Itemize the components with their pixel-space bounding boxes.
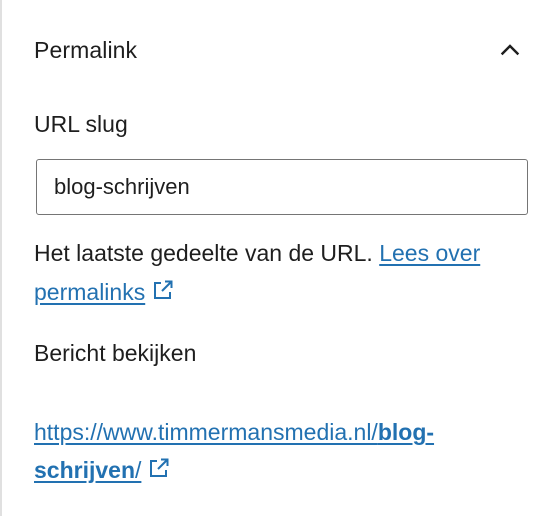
view-post-label: Bericht bekijken: [34, 340, 197, 366]
post-url-link[interactable]: https://www.timmermansmedia.nl/blog-schr…: [34, 419, 434, 483]
url-slug-input[interactable]: [36, 159, 528, 215]
sidebar-left-border: [0, 0, 2, 516]
post-url-suffix: /: [135, 457, 142, 483]
external-link-icon: [151, 275, 175, 314]
external-link-icon: [147, 453, 171, 491]
url-slug-help: Het laatste gedeelte van de URL. Lees ov…: [34, 234, 514, 314]
help-text: Het laatste gedeelte van de URL.: [34, 240, 380, 266]
post-url-prefix: https://www.timmermansmedia.nl/: [34, 419, 378, 445]
chevron-up-icon[interactable]: [496, 36, 524, 64]
permalink-panel: Permalink URL slug Het laatste gedeelte …: [34, 0, 534, 516]
panel-title: Permalink: [34, 36, 138, 63]
permalink-panel-toggle[interactable]: Permalink: [34, 26, 524, 74]
url-slug-label: URL slug: [34, 111, 128, 137]
post-url: https://www.timmermansmedia.nl/blog-schr…: [34, 413, 524, 491]
